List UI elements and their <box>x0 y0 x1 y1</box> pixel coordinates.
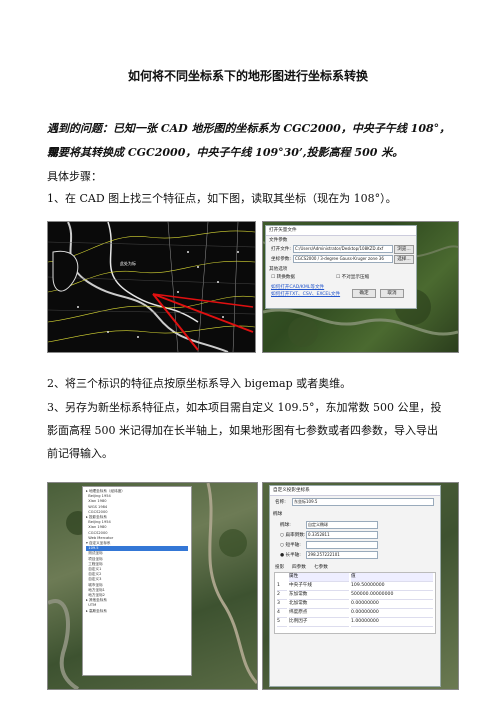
param-key: 比例因子 <box>289 618 349 627</box>
custom-projection-dialog: 自定义投影坐标系 名称: 东坐标109.5 椭球 椭球: 自定义椭球 ○ 扁率倒… <box>269 485 441 687</box>
param-value[interactable]: 0.00000000 <box>351 609 433 618</box>
dialog2-title: 自定义投影坐标系 <box>270 486 440 496</box>
coord-params-label: 坐标参数: <box>271 257 291 262</box>
dialog-title: 打开矢量文件 <box>266 226 416 236</box>
cancel-button[interactable]: 取消 <box>380 289 404 298</box>
minor-axis-field[interactable] <box>306 541 378 549</box>
problem-line-2: 需要将其转换成 CGC2000，中央子午线 109°30’,投影高程 500 米… <box>47 146 404 159</box>
col-header-attr: 属性 <box>289 573 349 582</box>
steps-heading: 具体步骤： <box>47 170 102 183</box>
major-axis-value: 298.257222101 <box>308 552 340 557</box>
param-key: 北加常数 <box>289 600 349 609</box>
file-params-group: 文件参数 <box>269 238 288 243</box>
param-row-index: 5 <box>277 618 287 627</box>
cad-map-image: 此处为标 <box>47 221 256 353</box>
ellipsoid-label: 椭球: <box>280 523 291 528</box>
open-file-path: C:/Users/Administrator/Desktop/108KZD.dx… <box>295 246 384 251</box>
param-value[interactable]: 0.00000000 <box>351 600 433 609</box>
open-file-field[interactable]: C:/Users/Administrator/Desktop/108KZD.dx… <box>293 245 393 253</box>
coordinate-system-tree[interactable]: ▸ 地理坐标系（经纬度） Beijing 1954 Xian 1980 WGS … <box>82 486 192 676</box>
coord-params-field[interactable]: CGCS2000 / 3-degree Gauss-Kruger zone 36 <box>293 255 393 263</box>
no-compress-checkbox[interactable]: ☐ 不对显示压缩 <box>336 274 369 280</box>
satellite-image-3: 自定义投影坐标系 名称: 东坐标109.5 椭球 椭球: 自定义椭球 ○ 扁率倒… <box>262 482 459 690</box>
param-row-index: 2 <box>277 591 287 600</box>
param-value[interactable]: 109.50000000 <box>351 582 433 591</box>
step-2: 2、将三个标识的特征点按原坐标系导入 bigemap 或者奥维。 <box>47 377 352 390</box>
browse-button[interactable]: 浏览... <box>394 245 414 254</box>
help-link-cad[interactable]: 如何打开CAD/KML等文件 <box>271 284 324 290</box>
col-header-value: 值 <box>351 573 433 582</box>
name-value: 东坐标109.5 <box>294 499 318 504</box>
cad-label: 此处为标 <box>120 260 136 266</box>
step-3-line-1: 3、另存为新坐标系特征点，如本项目需自定义 109.5°，东加常数 500 公里… <box>47 401 442 414</box>
flattening-radio[interactable]: ○ 扁率倒数: <box>280 532 305 538</box>
param-key: 东加常数 <box>289 591 349 600</box>
step-3-line-2: 影面高程 500 米记得加在长半轴上，如果地形图有七参数或者四参数，导入导出 <box>47 424 438 437</box>
convert-checkbox[interactable]: ☐ 转换数据 <box>271 274 295 280</box>
name-label: 名称: <box>275 500 286 505</box>
open-file-label: 打开文件: <box>271 247 291 252</box>
param-value[interactable]: 500000.00000000 <box>351 591 433 600</box>
param-key: 中央子午线 <box>289 582 349 591</box>
coord-params-value: CGCS2000 / 3-degree Gauss-Kruger zone 36 <box>295 256 384 261</box>
name-field[interactable]: 东坐标109.5 <box>292 498 434 506</box>
param-row-index: 4 <box>277 609 287 618</box>
select-button[interactable]: 选择... <box>394 255 414 264</box>
page-title: 如何将不同坐标系下的地形图进行坐标系转换 <box>127 69 368 83</box>
param-row-index: 3 <box>277 600 287 609</box>
tab-seven-params[interactable]: 七参数 <box>314 564 328 570</box>
open-vector-dialog: 打开矢量文件 文件参数 打开文件: C:/Users/Administrator… <box>265 225 417 309</box>
major-axis-field[interactable]: 298.257222101 <box>306 551 378 559</box>
param-value[interactable]: 1.00000000 <box>351 618 433 627</box>
tree-item[interactable]: ▸ 高斯坐标系 <box>86 609 188 614</box>
cad-contour-drawing: 此处为标 <box>48 222 255 352</box>
help-link-txt[interactable]: 如何打开TXT、CSV、EXCEL文件 <box>271 291 340 297</box>
ellipsoid-select[interactable]: 自定义椭球 <box>306 521 378 529</box>
minor-axis-radio[interactable]: ○ 短半轴: <box>280 542 301 548</box>
param-row-index: 1 <box>277 582 287 591</box>
tree-list: ▸ 地理坐标系（经纬度） Beijing 1954 Xian 1980 WGS … <box>86 489 188 614</box>
param-key: 纬度原点 <box>289 609 349 618</box>
step-3-line-3: 前记得输入。 <box>47 447 113 460</box>
major-axis-radio[interactable]: ● 长半轴: <box>280 552 301 558</box>
other-options-group: 其他选项 <box>269 267 288 272</box>
params-table: 属性 值 1 中央子午线 109.50000000 2 东加常数 500000.00000… <box>274 572 436 634</box>
ellipsoid-value: 自定义椭球 <box>308 522 328 527</box>
tab-projection[interactable]: 投影 <box>275 564 284 570</box>
ok-button[interactable]: 确定 <box>352 289 376 298</box>
step-1: 1、在 CAD 图上找三个特征点，如下图，读取其坐标（现在为 108°）。 <box>47 192 397 205</box>
ellipsoid-group: 椭球 <box>273 512 283 517</box>
flattening-value: 0.3352811 <box>308 532 330 537</box>
tab-four-params[interactable]: 四参数 <box>292 564 306 570</box>
satellite-image-1: 打开矢量文件 文件参数 打开文件: C:/Users/Administrator… <box>262 221 459 353</box>
flattening-field[interactable]: 0.3352811 <box>306 531 378 539</box>
